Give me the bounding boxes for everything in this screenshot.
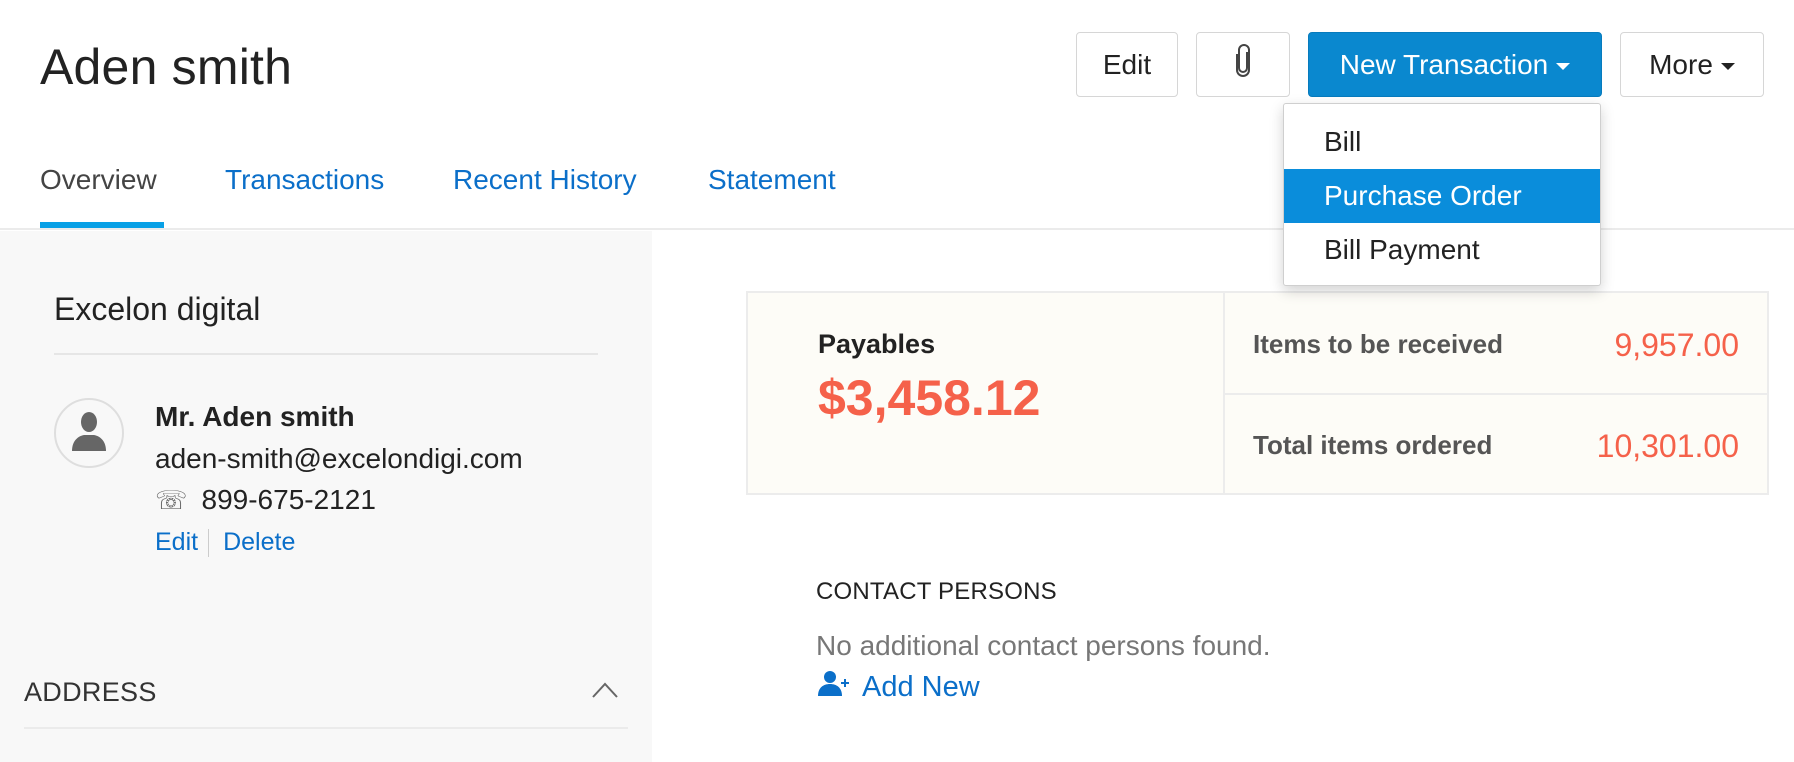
more-button[interactable]: More bbox=[1620, 32, 1764, 97]
add-new-label: Add New bbox=[862, 670, 980, 703]
contact-actions: Edit Delete bbox=[155, 528, 295, 557]
caret-down-icon bbox=[1720, 63, 1735, 70]
address-section-header[interactable]: ADDRESS bbox=[24, 677, 157, 708]
dropdown-item-purchase-order[interactable]: Purchase Order bbox=[1284, 169, 1600, 223]
items-to-be-received-label: Items to be received bbox=[1253, 329, 1503, 359]
tab-recent-history[interactable]: Recent History bbox=[453, 164, 637, 196]
caret-down-icon bbox=[1556, 63, 1571, 70]
active-tab-indicator bbox=[40, 222, 164, 228]
contact-persons-title: CONTACT PERSONS bbox=[816, 578, 1057, 605]
payables-value: $3,458.12 bbox=[818, 370, 1041, 426]
tab-overview[interactable]: Overview bbox=[40, 164, 157, 196]
dropdown-item-bill-payment[interactable]: Bill Payment bbox=[1284, 223, 1600, 277]
edit-button[interactable]: Edit bbox=[1076, 32, 1178, 97]
contact-sidebar: Excelon digital Mr. Aden smith aden-smit… bbox=[0, 231, 652, 762]
payables-label: Payables bbox=[818, 329, 936, 359]
paperclip-icon bbox=[1232, 44, 1254, 85]
summary-panel: Payables $3,458.12 Items to be received … bbox=[746, 291, 1769, 495]
new-transaction-label: New Transaction bbox=[1339, 48, 1549, 80]
new-transaction-dropdown: Bill Purchase Order Bill Payment bbox=[1283, 103, 1601, 286]
tab-transactions[interactable]: Transactions bbox=[225, 164, 384, 196]
user-silhouette-icon bbox=[70, 411, 108, 456]
new-transaction-button[interactable]: New Transaction bbox=[1308, 32, 1602, 97]
contact-phone-number: 899-675-2121 bbox=[201, 484, 376, 515]
contact-phone: ☏ 899-675-2121 bbox=[155, 484, 376, 516]
contact-email: aden-smith@excelondigi.com bbox=[155, 443, 523, 474]
avatar bbox=[54, 398, 124, 468]
separator bbox=[208, 528, 210, 557]
contact-delete-link[interactable]: Delete bbox=[223, 528, 295, 557]
page-title: Aden smith bbox=[40, 39, 293, 95]
divider bbox=[54, 353, 598, 355]
divider bbox=[24, 727, 628, 729]
chevron-up-icon[interactable] bbox=[592, 681, 618, 699]
contact-persons-empty-message: No additional contact persons found. bbox=[816, 630, 1271, 661]
company-name: Excelon digital bbox=[54, 291, 261, 327]
tab-statement[interactable]: Statement bbox=[708, 164, 836, 196]
more-label: More bbox=[1649, 48, 1713, 80]
edit-button-label: Edit bbox=[1102, 48, 1152, 80]
phone-icon: ☏ bbox=[155, 484, 188, 515]
total-items-ordered-value: 10,301.00 bbox=[1596, 428, 1739, 464]
add-contact-person-link[interactable]: Add New bbox=[818, 670, 980, 704]
attach-button[interactable] bbox=[1196, 32, 1290, 97]
contact-name: Mr. Aden smith bbox=[155, 401, 355, 432]
add-user-icon bbox=[818, 670, 862, 704]
total-items-ordered-label: Total items ordered bbox=[1253, 430, 1493, 460]
dropdown-item-bill[interactable]: Bill bbox=[1284, 115, 1600, 169]
divider bbox=[1225, 393, 1767, 395]
contact-edit-link[interactable]: Edit bbox=[155, 528, 198, 557]
items-to-be-received-value: 9,957.00 bbox=[1614, 327, 1739, 363]
